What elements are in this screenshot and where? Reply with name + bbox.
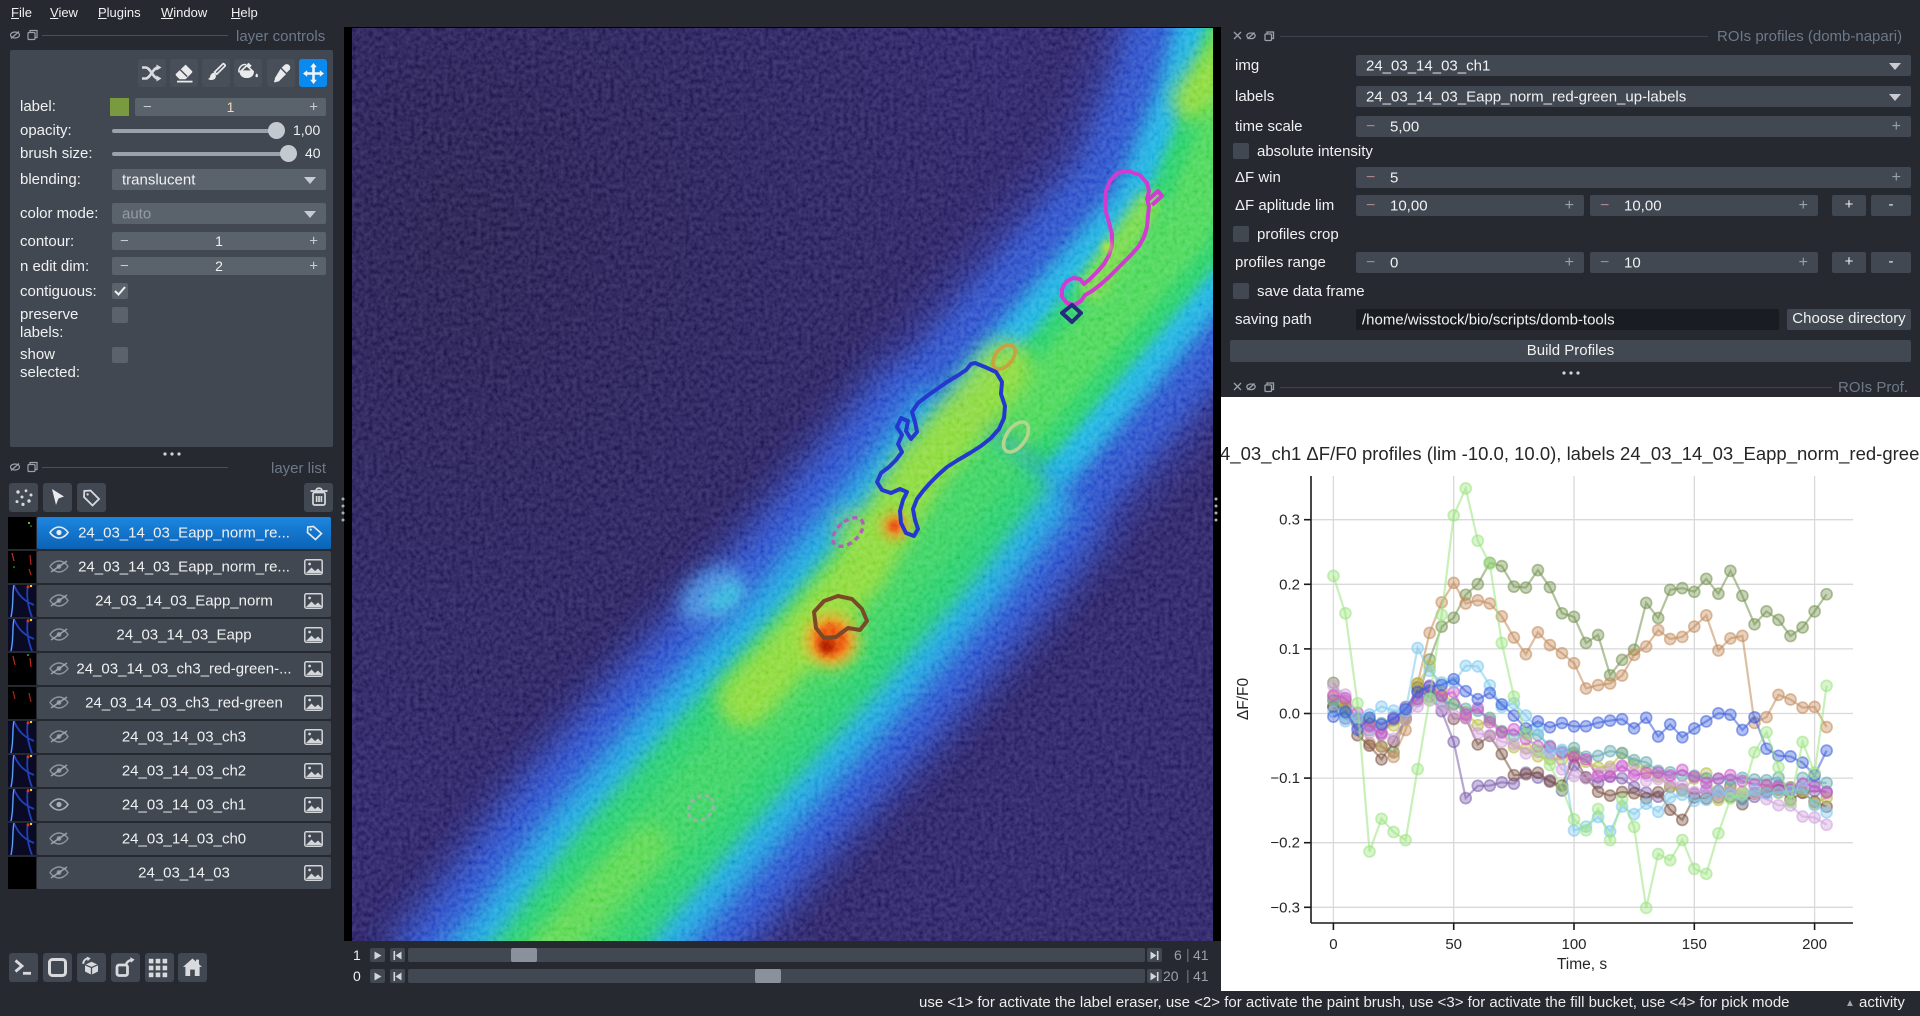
svg-text:Time, s: Time, s (1557, 956, 1607, 973)
svg-text:ΔF/F0: ΔF/F0 (1235, 678, 1252, 721)
svg-text:100: 100 (1561, 936, 1586, 953)
svg-text:50: 50 (1445, 936, 1462, 953)
svg-text:0.1: 0.1 (1279, 641, 1300, 658)
svg-text:24_03_14_03_ch1 ΔF/F0 profiles: 24_03_14_03_ch1 ΔF/F0 profiles (lim -10.… (1221, 443, 1920, 465)
svg-text:200: 200 (1802, 936, 1827, 953)
svg-text:0.0: 0.0 (1279, 706, 1300, 723)
svg-text:0.3: 0.3 (1279, 512, 1300, 529)
svg-text:0.2: 0.2 (1279, 576, 1300, 593)
svg-text:0: 0 (1329, 936, 1337, 953)
svg-text:−0.1: −0.1 (1270, 770, 1300, 787)
svg-text:−0.3: −0.3 (1270, 899, 1300, 916)
svg-text:150: 150 (1682, 936, 1707, 953)
svg-text:−0.2: −0.2 (1270, 835, 1300, 852)
